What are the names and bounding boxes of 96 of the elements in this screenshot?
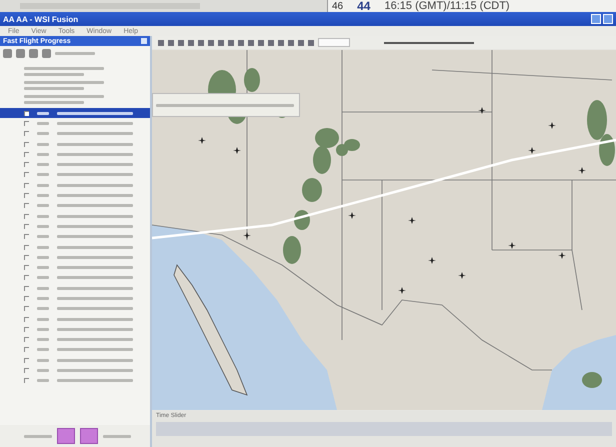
illegible-text-line bbox=[37, 112, 49, 115]
weather-cell bbox=[244, 68, 260, 92]
weather-cell bbox=[313, 146, 331, 174]
maximize-button[interactable] bbox=[603, 14, 613, 24]
illegible-text-line bbox=[37, 318, 49, 321]
checkbox[interactable] bbox=[24, 214, 29, 219]
airport-marker-icon bbox=[348, 212, 356, 219]
illegible-text-line bbox=[37, 204, 49, 208]
illegible-text-line bbox=[37, 307, 49, 310]
panel-button[interactable] bbox=[80, 428, 98, 444]
illegible-text-line bbox=[37, 224, 49, 228]
illegible-text-line bbox=[37, 369, 49, 372]
illegible-text-line bbox=[37, 173, 49, 176]
airport-marker-icon bbox=[558, 252, 566, 259]
illegible-text-line bbox=[24, 87, 84, 90]
illegible-text-line bbox=[37, 358, 49, 362]
dropdown-field[interactable] bbox=[318, 38, 350, 47]
flight-row[interactable] bbox=[0, 108, 150, 118]
airport-marker-icon bbox=[398, 287, 406, 294]
checkbox[interactable] bbox=[24, 296, 29, 301]
illegible-text-line bbox=[37, 266, 49, 270]
illegible-text-line bbox=[37, 286, 49, 290]
panel-button[interactable] bbox=[57, 428, 75, 444]
illegible-text-line bbox=[37, 379, 49, 382]
minimize-button[interactable] bbox=[591, 14, 601, 24]
illegible-text-line bbox=[37, 132, 49, 136]
illegible-text-line bbox=[37, 235, 49, 238]
checkbox[interactable] bbox=[24, 326, 29, 332]
window-title: AA AA - WSI Fusion bbox=[3, 14, 78, 24]
value-text: 46 bbox=[332, 0, 344, 12]
airport-marker-icon bbox=[508, 242, 516, 249]
time-slider-track[interactable] bbox=[156, 422, 612, 436]
illegible-text-line bbox=[55, 52, 95, 55]
airport-marker-icon bbox=[458, 272, 466, 279]
checkbox[interactable] bbox=[24, 286, 29, 291]
checkbox[interactable] bbox=[24, 172, 29, 178]
illegible-text-line bbox=[37, 328, 49, 331]
checkbox[interactable] bbox=[24, 142, 29, 147]
illegible-text-line bbox=[24, 101, 84, 104]
checkbox[interactable] bbox=[24, 162, 29, 168]
airport-marker-icon bbox=[548, 122, 556, 129]
illegible-text-line bbox=[37, 184, 49, 187]
illegible-text-line bbox=[103, 434, 131, 438]
weather-cell bbox=[587, 100, 607, 140]
airport-marker-icon bbox=[408, 217, 416, 224]
checkbox[interactable] bbox=[24, 244, 29, 250]
illegible-text-line bbox=[37, 163, 49, 166]
illegible-text-line bbox=[37, 338, 49, 342]
checkbox[interactable] bbox=[24, 182, 29, 188]
airport-marker-icon bbox=[478, 107, 486, 114]
checkbox[interactable] bbox=[24, 368, 29, 374]
checkbox[interactable] bbox=[24, 378, 29, 384]
illegible-text-line bbox=[37, 348, 49, 352]
illegible-text-line bbox=[24, 73, 84, 76]
checkbox[interactable] bbox=[24, 131, 29, 136]
checkbox[interactable] bbox=[24, 254, 29, 260]
time-text: 16:15 (GMT)/11:15 (CDT) bbox=[384, 0, 510, 12]
value-text: 44 bbox=[357, 0, 370, 13]
illegible-text-line bbox=[37, 256, 49, 259]
illegible-text-line bbox=[37, 276, 49, 280]
weather-cell bbox=[344, 139, 360, 151]
checkbox[interactable] bbox=[24, 337, 29, 342]
airport-marker-icon bbox=[243, 232, 251, 239]
checkbox[interactable] bbox=[24, 152, 29, 157]
weather-cell bbox=[294, 210, 310, 230]
weather-cell bbox=[302, 178, 322, 202]
airport-marker-icon bbox=[198, 137, 206, 144]
checkbox[interactable] bbox=[24, 347, 29, 352]
weather-cell bbox=[315, 128, 339, 148]
airport-marker-icon bbox=[428, 257, 436, 264]
checkbox[interactable] bbox=[24, 265, 29, 270]
illegible-text-line bbox=[37, 246, 49, 248]
weather-cell bbox=[336, 144, 348, 156]
illegible-text-line bbox=[37, 194, 49, 198]
checkbox[interactable] bbox=[24, 234, 29, 240]
checkbox[interactable] bbox=[24, 224, 29, 229]
illegible-text-line bbox=[37, 214, 49, 218]
checkbox[interactable] bbox=[24, 203, 29, 208]
illegible-text-line bbox=[37, 296, 49, 300]
checkbox[interactable] bbox=[24, 110, 29, 116]
checkbox[interactable] bbox=[24, 306, 29, 312]
illegible-text-line bbox=[24, 434, 52, 438]
checkbox[interactable] bbox=[24, 275, 29, 280]
checkbox[interactable] bbox=[24, 358, 29, 363]
airport-marker-icon bbox=[528, 147, 536, 154]
checkbox[interactable] bbox=[24, 316, 29, 322]
checkbox[interactable] bbox=[24, 120, 29, 126]
airport-marker-icon bbox=[233, 147, 241, 154]
checkbox[interactable] bbox=[24, 193, 29, 198]
illegible-text-line bbox=[37, 142, 49, 146]
weather-cell bbox=[283, 236, 301, 264]
weather-cell bbox=[582, 372, 602, 388]
weather-cell bbox=[599, 134, 615, 166]
airport-marker-icon bbox=[578, 167, 586, 174]
illegible-text-line bbox=[37, 152, 49, 156]
illegible-text-line bbox=[37, 122, 49, 125]
